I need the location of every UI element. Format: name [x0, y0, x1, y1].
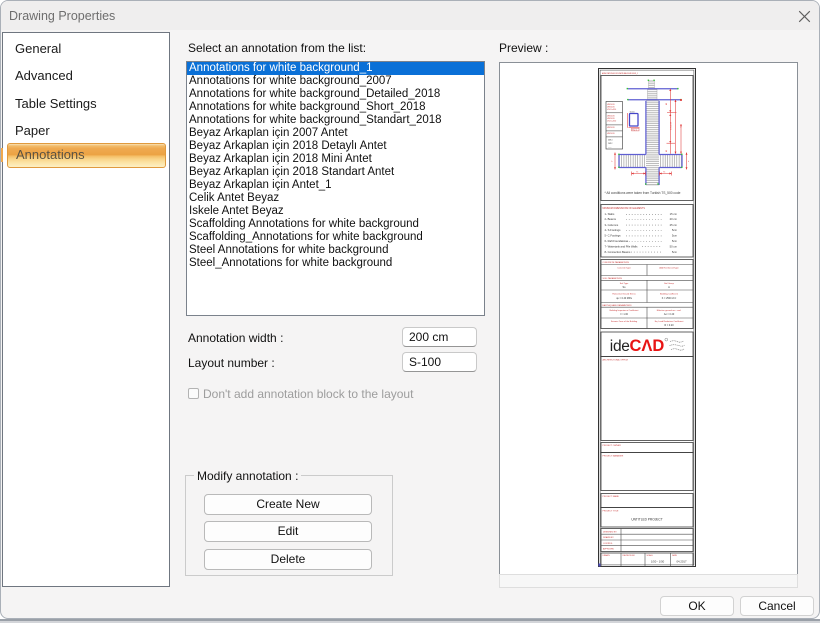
svg-text:R = 0.20: R = 0.20 — [664, 324, 674, 327]
svg-text:2Ø12: 2Ø12 — [608, 143, 612, 145]
svg-text:2- Beams: 2- Beams — [605, 217, 617, 221]
svg-text:EARTHQUAKE PARAMETERS: EARTHQUAKE PARAMETERS — [603, 304, 633, 307]
svg-text:Effective ground acc. coef.: Effective ground acc. coef. — [657, 309, 682, 312]
svg-text:04.2017: 04.2017 — [676, 560, 687, 564]
svg-text:ARCHITECTURAL OFFICE: ARCHITECTURAL OFFICE — [603, 358, 629, 361]
svg-text:UNTITLED PROJECT: UNTITLED PROJECT — [631, 517, 662, 521]
svg-text:Ø8/10/20: Ø8/10/20 — [607, 127, 614, 129]
svg-text:PROJECT NAME: PROJECT NAME — [603, 495, 620, 498]
svg-text:SCALE: SCALE — [647, 554, 654, 557]
svg-text:K = 2500 t/m³: K = 2500 t/m³ — [662, 297, 677, 300]
svg-text:7- Watertank and Pile Walls: 7- Watertank and Pile Walls — [605, 244, 639, 248]
svg-text:I = 1.00: I = 1.00 — [620, 313, 629, 316]
svg-text:5- C.Footings: 5- C.Footings — [605, 234, 622, 238]
svg-text:Poz 1: Poz 1 — [632, 129, 637, 131]
svg-text:Soil Group: Soil Group — [664, 282, 675, 285]
svg-text:DESIGNED BY: DESIGNED BY — [603, 531, 617, 533]
svg-text:Ao = 0.40: Ao = 0.40 — [664, 313, 675, 316]
svg-text:Eq. Load Reduction Coefficient: Eq. Load Reduction Coefficient — [655, 320, 684, 323]
svg-text:APPROVED: APPROVED — [603, 548, 615, 551]
svg-text:8- Connection Beams: 8- Connection Beams — [605, 250, 631, 254]
svg-text:PROJECT MANAGER: PROJECT MANAGER — [603, 454, 624, 457]
svg-text:A: A — [668, 285, 670, 289]
svg-text:15 cm: 15 cm — [670, 212, 678, 216]
svg-text:Bedding Coefficient: Bedding Coefficient — [660, 293, 678, 296]
svg-text:qu = 0.40 MPa: qu = 0.40 MPa — [616, 297, 632, 300]
svg-text:40: 40 — [666, 150, 668, 152]
svg-text:DATE: DATE — [672, 554, 678, 557]
svg-text:Horizontal Ground Stress: Horizontal Ground Stress — [612, 293, 635, 296]
svg-text:5cm: 5cm — [672, 250, 678, 254]
svg-text:h: h — [688, 161, 689, 163]
svg-text:40: 40 — [666, 103, 668, 105]
svg-text:Concrete Type: Concrete Type — [617, 266, 631, 269]
svg-text:CONTROL: CONTROL — [603, 543, 614, 545]
svg-text:Seismic Zone of the Building: Seismic Zone of the Building — [611, 320, 638, 323]
svg-text:MINIMUM DIMENSIONS OF ELEMENTS: MINIMUM DIMENSIONS OF ELEMENTS — [603, 208, 646, 210]
svg-text:* All conditions were taken f: * All conditions were taken from Turkish… — [605, 191, 681, 195]
svg-text:PROJECT TITLE: PROJECT TITLE — [603, 510, 619, 512]
svg-text:Ø14 L=350: Ø14 L=350 — [607, 109, 616, 111]
svg-text:5cm: 5cm — [672, 239, 678, 243]
svg-text:DRAWN BY: DRAWN BY — [603, 536, 614, 539]
svg-text:Ø8/10/20: Ø8/10/20 — [607, 133, 614, 135]
svg-text:CΛD: CΛD — [630, 337, 665, 355]
svg-text:6- Raft Foundations: 6- Raft Foundations — [605, 239, 629, 243]
svg-text:5cm: 5cm — [672, 228, 678, 232]
svg-text:——: —— — [608, 147, 612, 149]
svg-text:Building Importance Coefficien: Building Importance Coefficient — [610, 309, 639, 312]
svg-text:Ø14 L=350: Ø14 L=350 — [607, 121, 616, 123]
svg-text:h: h — [611, 161, 612, 163]
svg-text:25 cm: 25 cm — [670, 223, 678, 227]
svg-text:ANNOTATIONS FOR WHITE BACKGROU: ANNOTATIONS FOR WHITE BACKGROUND_1 — [602, 72, 638, 75]
svg-text:REVISION NO: REVISION NO — [623, 555, 636, 557]
svg-text:PROJECT OWNER: PROJECT OWNER — [603, 445, 622, 447]
svg-text:DRAWN: DRAWN — [603, 554, 611, 557]
svg-text:4- S.Footings: 4- S.Footings — [605, 228, 622, 232]
svg-text:4Ø14: 4Ø14 — [608, 140, 612, 142]
svg-text:1/50 - 1/50: 1/50 - 1/50 — [651, 560, 665, 564]
svg-text:Soil Type: Soil Type — [620, 283, 629, 285]
svg-text:20 cm: 20 cm — [670, 217, 678, 221]
svg-text:CONCRETE PARAMETERS: CONCRETE PARAMETERS — [603, 261, 630, 264]
svg-text:5cm: 5cm — [672, 234, 678, 238]
svg-text:l=300 cm: l=300 cm — [671, 121, 673, 130]
svg-text:1- Slabs: 1- Slabs — [605, 212, 616, 216]
svg-text:SOIL PARAMETERS: SOIL PARAMETERS — [603, 277, 623, 280]
svg-text:3- Columns: 3- Columns — [605, 223, 619, 227]
svg-text:ide: ide — [610, 338, 630, 355]
svg-text:50 cm: 50 cm — [670, 244, 678, 248]
svg-text:Add Reinforced Type: Add Reinforced Type — [659, 266, 679, 269]
